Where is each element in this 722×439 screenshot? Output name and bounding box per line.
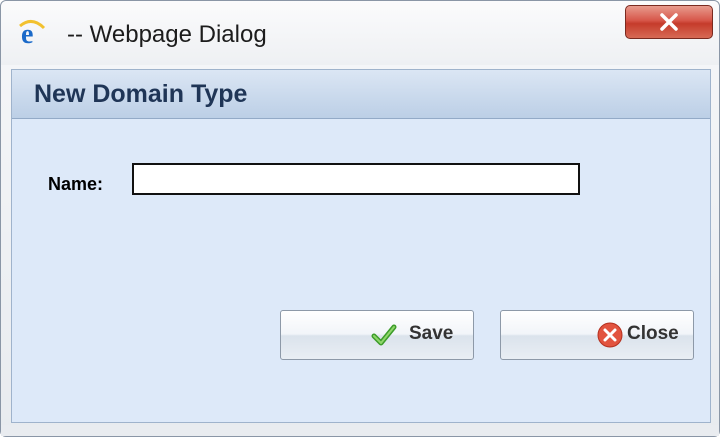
close-x-icon (660, 13, 678, 31)
title-bar[interactable]: e -- Webpage Dialog (1, 1, 719, 65)
close-button-label: Close (627, 323, 679, 344)
window-title: -- Webpage Dialog (67, 21, 267, 48)
window-close-button[interactable] (625, 5, 713, 39)
close-button[interactable]: Close (500, 310, 694, 360)
name-label: Name: (48, 174, 104, 194)
dialog-title: New Domain Type (34, 80, 248, 108)
dialog-header: New Domain Type (12, 70, 710, 119)
webpage-dialog-window: e -- Webpage Dialog New Domain Type Name… (0, 0, 720, 437)
internet-explorer-icon: e (17, 18, 47, 50)
checkmark-icon (371, 322, 397, 348)
dialog-content: New Domain Type Name: Save Close (11, 69, 711, 423)
red-x-circle-icon (597, 322, 623, 348)
window-bottom-edge (1, 425, 719, 436)
save-button[interactable]: Save (280, 310, 474, 360)
name-input[interactable] (132, 163, 580, 195)
save-button-label: Save (409, 323, 454, 344)
